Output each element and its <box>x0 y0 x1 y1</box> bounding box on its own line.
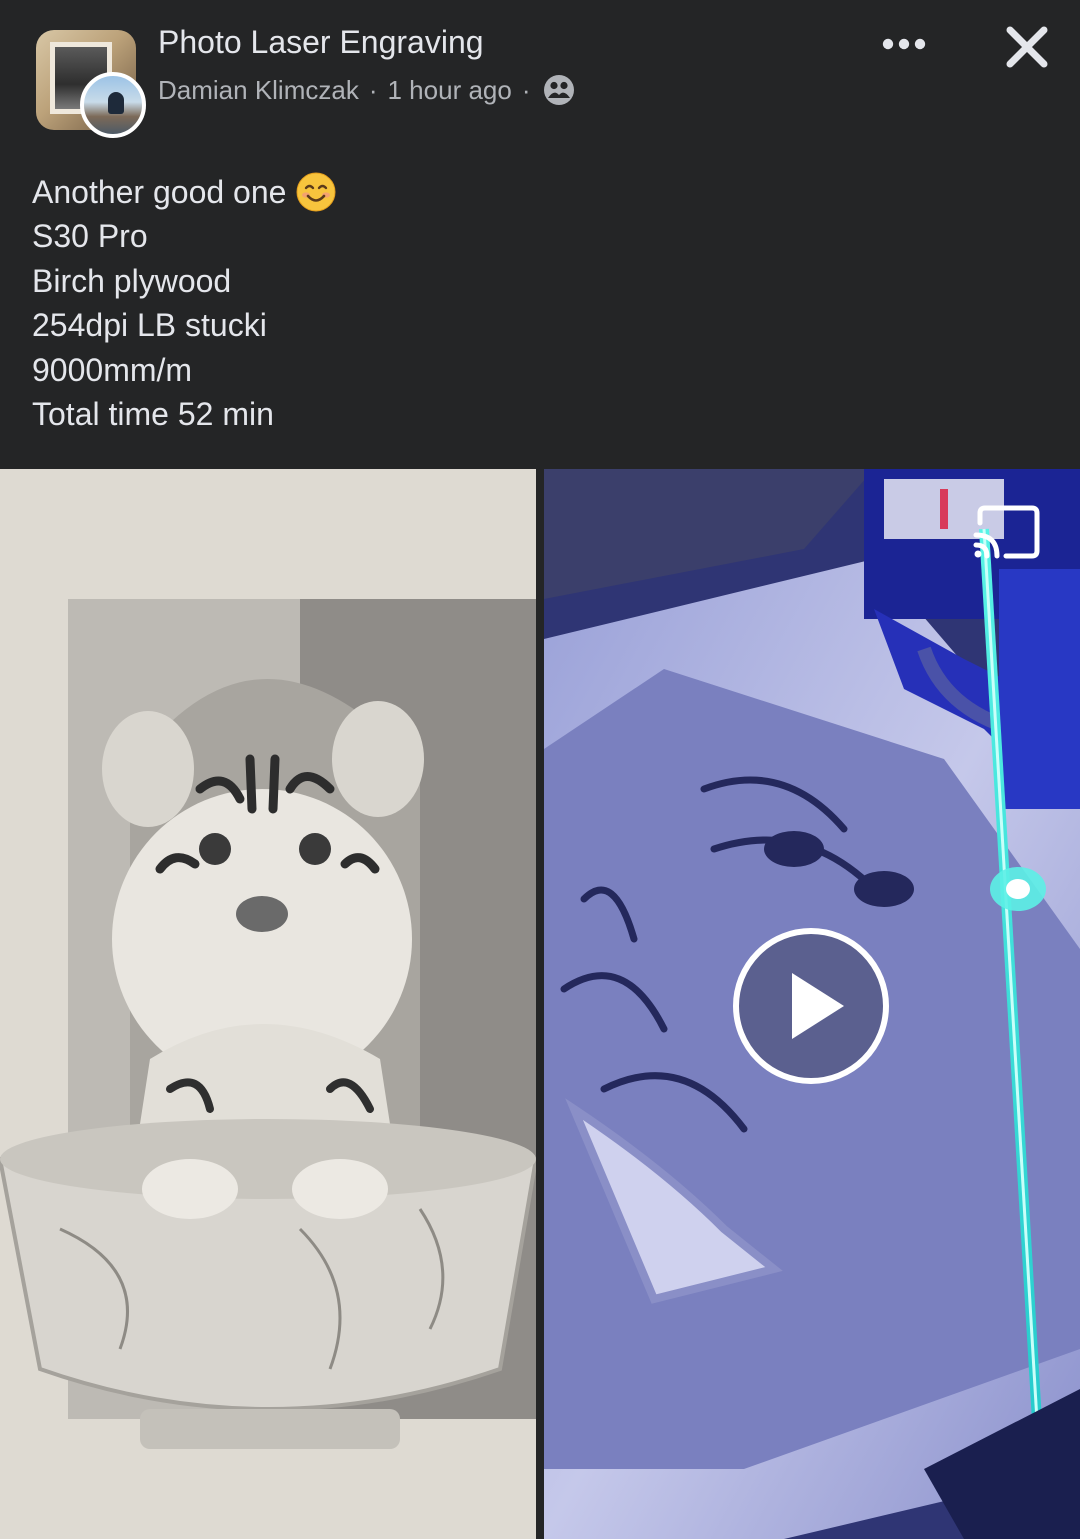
author-name-link[interactable]: Damian Klimczak <box>158 75 359 106</box>
post-header: Photo Laser Engraving Damian Klimczak · … <box>0 0 1080 150</box>
more-options-icon <box>882 38 926 50</box>
close-icon <box>1006 26 1048 68</box>
post-line-3: Birch plywood <box>32 262 232 299</box>
post-line-5: 9000mm/m <box>32 351 193 388</box>
close-button[interactable] <box>996 16 1058 78</box>
post-line-text: Another good one <box>32 174 287 210</box>
post-body: Another good one S30 Pro Birch plywood 2… <box>32 170 1032 436</box>
group-name-link[interactable]: Photo Laser Engraving <box>158 24 484 61</box>
cast-icon[interactable] <box>972 505 1042 561</box>
post-line-6: Total time 52 min <box>32 396 274 433</box>
meta-separator-2: · <box>521 74 531 105</box>
laser-engraving-video[interactable] <box>544 469 1080 1539</box>
person-silhouette <box>108 92 124 114</box>
post-meta: Damian Klimczak · 1 hour ago · <box>158 74 575 106</box>
more-options-button[interactable] <box>872 22 936 66</box>
tiger-engraving-image <box>0 469 536 1539</box>
post-media <box>0 469 1080 1539</box>
post-line-2: S30 Pro <box>32 218 148 255</box>
group-members-icon <box>543 75 574 105</box>
avatar-group[interactable] <box>36 30 148 140</box>
post-line-4: 254dpi LB stucki <box>32 307 267 344</box>
user-avatar[interactable] <box>80 72 146 138</box>
smiling-face-icon <box>296 172 336 212</box>
meta-separator: · <box>368 74 378 105</box>
engraved-tiger-cub-photo[interactable] <box>0 469 536 1539</box>
post-timestamp[interactable]: 1 hour ago <box>388 75 512 106</box>
play-icon[interactable] <box>732 927 890 1085</box>
post-line-1: Another good one <box>32 170 1032 214</box>
